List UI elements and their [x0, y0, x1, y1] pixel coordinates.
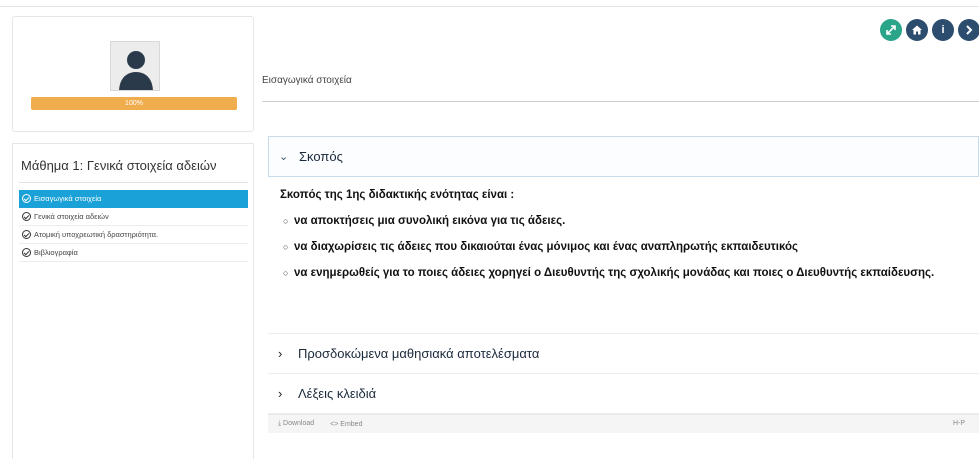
page-title: Εισαγωγικά στοιχεία — [262, 75, 352, 86]
fullscreen-button[interactable] — [880, 19, 902, 41]
accordion-header-purpose[interactable]: ⌄ Σκοπός — [268, 136, 979, 177]
accordion-title: Προσδοκώμενα μαθησιακά αποτελέσματα — [298, 346, 540, 361]
lesson-item-label: Βιβλιογραφία — [34, 247, 78, 257]
accordion-panel-purpose: Σκοπός της 1ης διδακτικής ενότητας είναι… — [268, 177, 979, 333]
avatar — [110, 41, 160, 91]
lesson-card: Μάθημα 1: Γενικά στοιχεία αδειών Εισαγωγ… — [12, 143, 254, 459]
panel-intro: Σκοπός της 1ης διδακτικής ενότητας είναι… — [280, 189, 515, 201]
list-item: ○ να αποκτήσεις μια συνολική εικόνα για … — [280, 214, 965, 229]
home-button[interactable] — [906, 19, 928, 41]
check-circle-icon — [22, 194, 31, 203]
top-divider — [0, 6, 979, 7]
home-icon — [912, 25, 922, 35]
lesson-list: Εισαγωγικά στοιχεία Γενικά στοιχεία αδει… — [19, 190, 248, 262]
check-circle-icon — [22, 248, 31, 257]
chevron-right-icon: › — [278, 346, 283, 361]
expand-icon — [886, 25, 896, 35]
progress-label: 100% — [125, 100, 143, 107]
embed-link[interactable]: <> Embed — [330, 421, 362, 428]
list-item-text: να ενημερωθείς για το ποιες άδειες χορηγ… — [294, 267, 935, 279]
h5p-logo[interactable]: H-P — [953, 420, 965, 427]
lesson-item-activity[interactable]: Ατομική υποχρεωτική δραστηριότητα. — [19, 226, 248, 244]
download-link[interactable]: ⤓ Download — [278, 420, 314, 428]
accordion-header-outcomes[interactable]: › Προσδοκώμενα μαθησιακά αποτελέσματα — [268, 334, 979, 374]
bullet-icon: ○ — [283, 216, 289, 226]
bullet-icon: ○ — [283, 242, 289, 252]
next-icon — [966, 25, 973, 35]
accordion: ⌄ Σκοπός Σκοπός της 1ης διδακτικής ενότη… — [268, 136, 979, 431]
next-button[interactable] — [958, 19, 979, 41]
lesson-item-label: Ατομική υποχρεωτική δραστηριότητα. — [34, 229, 159, 239]
info-button[interactable]: i — [932, 19, 954, 41]
list-item-text: να διαχωρίσεις τις άδειες που δικαιούται… — [294, 241, 799, 253]
title-divider — [262, 101, 979, 102]
lesson-title: Μάθημα 1: Γενικά στοιχεία αδειών — [21, 158, 217, 173]
user-silhouette-icon — [119, 51, 153, 90]
lesson-item-bibliography[interactable]: Βιβλιογραφία — [19, 244, 248, 262]
check-circle-icon — [22, 212, 31, 221]
chevron-right-icon: › — [278, 386, 283, 401]
accordion-title: Λέξεις κλειδιά — [298, 386, 377, 401]
lesson-item-label: Γενικά στοιχεία αδειών — [34, 211, 109, 221]
chevron-down-icon: ⌄ — [279, 151, 289, 163]
lesson-item-label: Εισαγωγικά στοιχεία — [34, 193, 102, 203]
info-icon: i — [941, 24, 945, 36]
top-toolbar: i — [880, 19, 979, 41]
progress-bar: 100% — [31, 97, 237, 110]
lesson-item-intro[interactable]: Εισαγωγικά στοιχεία — [19, 190, 248, 208]
list-item: ○ να διαχωρίσεις τις άδειες που δικαιούτ… — [280, 240, 965, 255]
accordion-title: Σκοπός — [299, 149, 343, 164]
profile-card: 100% — [12, 16, 254, 132]
list-item: ○ να ενημερωθείς για το ποιες άδειες χορ… — [280, 266, 965, 281]
check-circle-icon — [22, 230, 31, 239]
h5p-footer: ⤓ Download <> Embed H-P — [268, 414, 979, 433]
lesson-item-general[interactable]: Γενικά στοιχεία αδειών — [19, 208, 248, 226]
accordion-header-keywords[interactable]: › Λέξεις κλειδιά — [268, 374, 979, 414]
list-item-text: να αποκτήσεις μια συνολική εικόνα για τι… — [294, 215, 566, 227]
bullet-icon: ○ — [283, 268, 289, 278]
lesson-divider — [19, 182, 248, 183]
